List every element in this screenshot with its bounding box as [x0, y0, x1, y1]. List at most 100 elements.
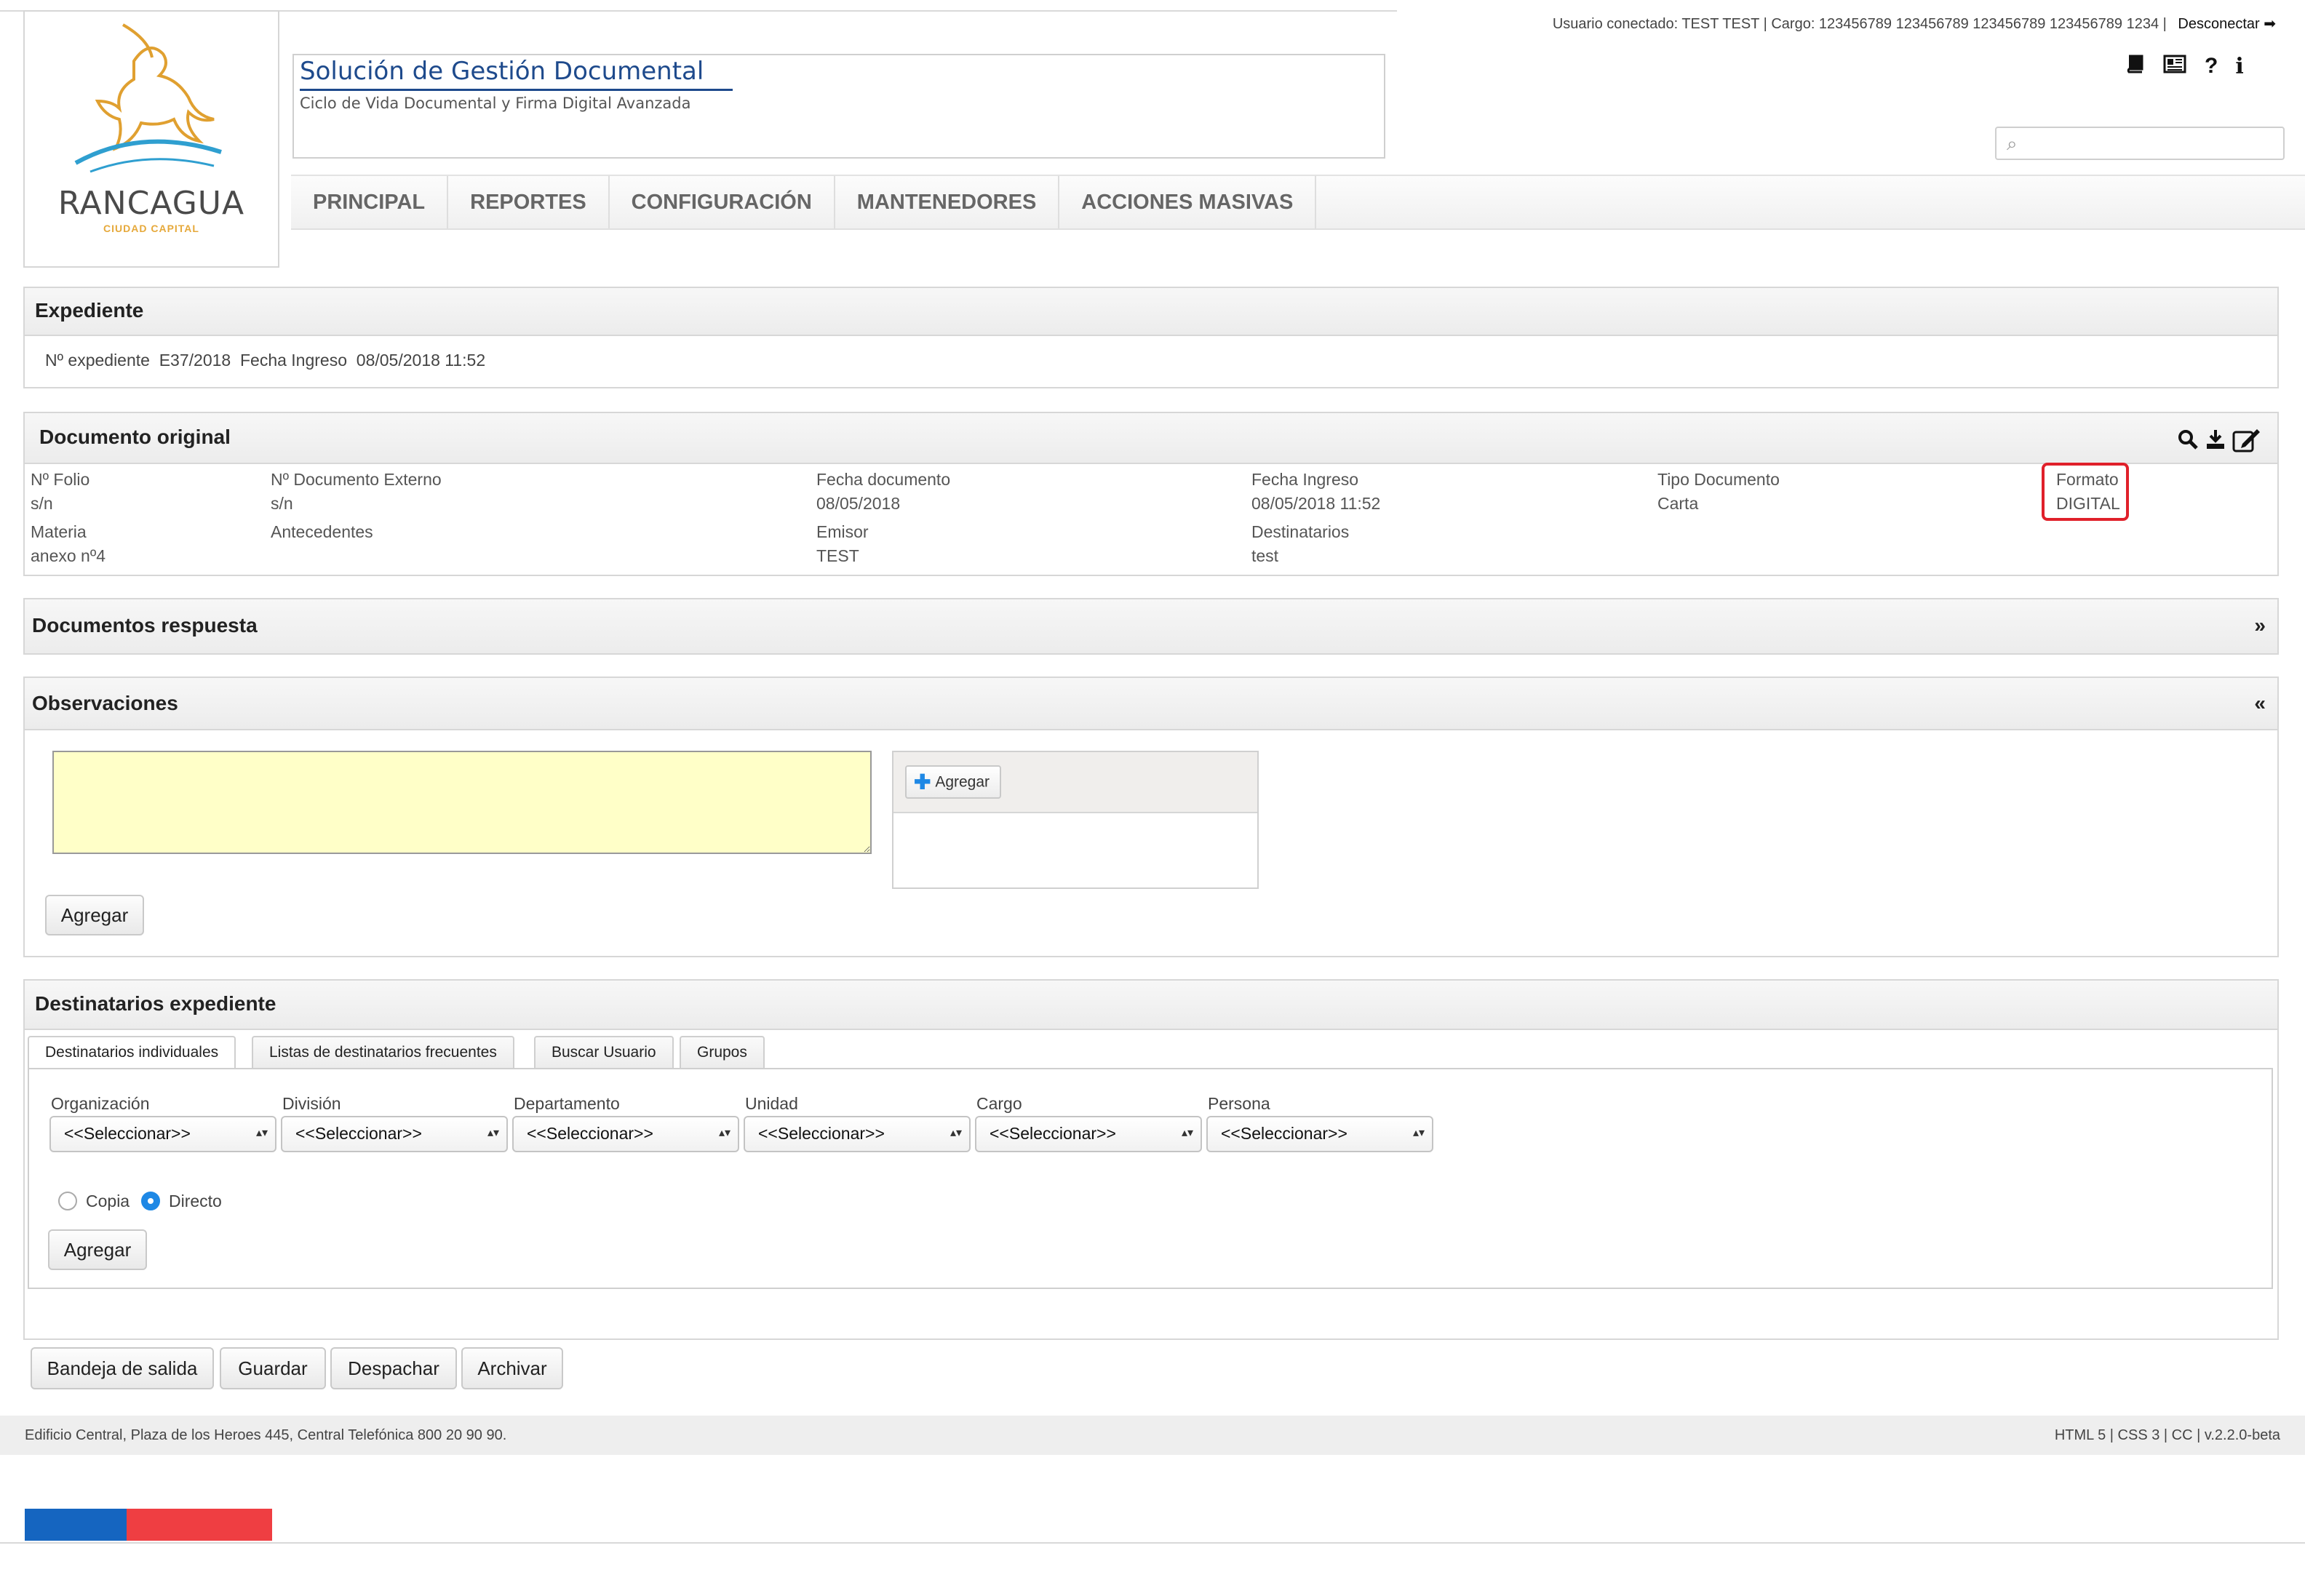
logout-icon: ➡ — [2264, 16, 2276, 32]
expediente-panel: Expediente Nº expediente E37/2018 Fecha … — [23, 287, 2279, 388]
field-value: 08/05/2018 11:52 — [1251, 494, 1381, 513]
add-attachment-button[interactable]: ✚ Agregar — [905, 765, 1002, 799]
select-label-departamento: Departamento — [514, 1094, 620, 1113]
field-label: Formato — [2056, 470, 2119, 489]
expediente-info: Nº expediente E37/2018 Fecha Ingreso 08/… — [45, 351, 486, 370]
nav-principal[interactable]: PRINCIPAL — [291, 176, 449, 228]
search-input[interactable] — [2031, 131, 2274, 157]
tab-grupos[interactable]: Grupos — [680, 1036, 765, 1068]
book-icon[interactable] — [2125, 54, 2145, 80]
destinatarios-title: Destinatarios expediente — [35, 992, 276, 1015]
select-organizacion[interactable]: <<Seleccionar>> ▴▾ — [49, 1116, 276, 1152]
field-label: Nº Folio — [31, 470, 90, 489]
radio-directo[interactable] — [141, 1192, 160, 1210]
select-label-organizacion: Organización — [51, 1094, 150, 1113]
select-departamento[interactable]: <<Seleccionar>> ▴▾ — [512, 1116, 739, 1152]
field-label: Fecha documento — [816, 470, 951, 489]
field-value: test — [1251, 546, 1279, 565]
field-value: s/n — [31, 494, 53, 513]
guardar-button[interactable]: Guardar — [220, 1347, 326, 1389]
main-nav: PRINCIPAL REPORTES CONFIGURACIÓN MANTENE… — [291, 175, 2305, 230]
field-label: Nº Documento Externo — [271, 470, 442, 489]
tab-listas-frecuentes[interactable]: Listas de destinatarios frecuentes — [252, 1036, 514, 1068]
observaciones-header[interactable]: Observaciones « — [25, 678, 2277, 730]
field-label: Emisor — [816, 522, 869, 541]
edit-icon[interactable] — [2232, 426, 2261, 456]
select-label-unidad: Unidad — [745, 1094, 798, 1113]
expediente-header: Expediente — [25, 288, 2277, 336]
field-documento-externo: Nº Documento Externo s/n — [271, 470, 442, 514]
search-icon: ⌕ — [2007, 132, 2018, 154]
flag-blue — [25, 1509, 127, 1541]
attachment-toolbar: ✚ Agregar — [893, 752, 1257, 813]
observaciones-panel: Observaciones « ✚ Agregar Agregar — [23, 677, 2279, 957]
documento-original-header: Documento original — [25, 413, 2277, 464]
logout-label: Desconectar — [2178, 16, 2260, 32]
logo-subtext: CIUDAD CAPITAL — [103, 223, 199, 234]
add-recipient-button[interactable]: Agregar — [48, 1229, 147, 1270]
archivar-button[interactable]: Archivar — [461, 1347, 563, 1389]
updown-icon: ▴▾ — [1412, 1127, 1425, 1139]
field-emisor: Emisor TEST — [816, 522, 869, 566]
updown-icon: ▴▾ — [950, 1127, 962, 1139]
newspaper-icon[interactable] — [2162, 54, 2187, 80]
attachment-box: ✚ Agregar — [892, 751, 1259, 889]
nav-mantenedores[interactable]: MANTENEDORES — [835, 176, 1060, 228]
info-icon[interactable]: i — [2235, 54, 2243, 80]
tab-content — [28, 1068, 2273, 1289]
field-label: Antecedentes — [271, 522, 373, 541]
field-value: anexo nº4 — [31, 546, 106, 565]
tab-destinatarios-individuales[interactable]: Destinatarios individuales — [28, 1036, 236, 1071]
collapse-icon[interactable]: « — [2254, 678, 2266, 729]
select-label-division: División — [282, 1094, 341, 1113]
observaciones-title: Observaciones — [32, 692, 178, 714]
select-value: <<Seleccionar>> — [64, 1124, 191, 1143]
radio-directo-label: Directo — [169, 1192, 222, 1210]
flag-bar — [25, 1509, 272, 1541]
documentos-respuesta-title: Documentos respuesta — [32, 614, 258, 637]
select-unidad[interactable]: <<Seleccionar>> ▴▾ — [744, 1116, 971, 1152]
despachar-button[interactable]: Despachar — [330, 1347, 457, 1389]
radio-copia[interactable] — [58, 1192, 77, 1210]
field-destinatarios: Destinatarios test — [1251, 522, 1349, 566]
add-observation-button[interactable]: Agregar — [45, 895, 144, 935]
field-label: Materia — [31, 522, 87, 541]
field-antecedentes: Antecedentes — [271, 522, 373, 546]
logo: RANCAGUA CIUDAD CAPITAL — [23, 10, 279, 268]
field-value: s/n — [271, 494, 293, 513]
add-attachment-label: Agregar — [935, 773, 990, 791]
field-value: 08/05/2018 — [816, 494, 901, 513]
tab-buscar-usuario[interactable]: Buscar Usuario — [534, 1036, 674, 1068]
download-icon[interactable] — [2206, 428, 2225, 454]
field-label: Destinatarios — [1251, 522, 1350, 541]
radio-copia-label: Copia — [86, 1192, 130, 1210]
documento-original-panel: Documento original Nº Folio s/n Nº Docum… — [23, 412, 2279, 576]
updown-icon: ▴▾ — [255, 1127, 268, 1139]
documentos-respuesta-header[interactable]: Documentos respuesta » — [25, 599, 2277, 653]
field-label: Tipo Documento — [1657, 470, 1780, 489]
select-persona[interactable]: <<Seleccionar>> ▴▾ — [1206, 1116, 1433, 1152]
field-materia: Materia anexo nº4 — [31, 522, 106, 566]
expediente-title: Expediente — [35, 299, 144, 322]
horse-rider-logo-icon — [74, 23, 222, 173]
select-cargo[interactable]: <<Seleccionar>> ▴▾ — [975, 1116, 1202, 1152]
search-box[interactable]: ⌕ — [1995, 127, 2285, 160]
updown-icon: ▴▾ — [1181, 1127, 1193, 1139]
select-division[interactable]: <<Seleccionar>> ▴▾ — [281, 1116, 508, 1152]
bandeja-salida-button[interactable]: Bandeja de salida — [31, 1347, 214, 1389]
nav-acciones-masivas[interactable]: ACCIONES MASIVAS — [1059, 176, 1317, 228]
logo-text: RANCAGUA — [57, 185, 245, 222]
field-tipo-documento: Tipo Documento Carta — [1657, 470, 1780, 514]
nav-configuracion[interactable]: CONFIGURACIÓN — [610, 176, 835, 228]
observaciones-textarea[interactable] — [52, 751, 872, 854]
search-icon[interactable] — [2177, 428, 2199, 454]
nav-reportes[interactable]: REPORTES — [448, 176, 610, 228]
select-value: <<Seleccionar>> — [527, 1124, 653, 1143]
flag-red — [127, 1509, 272, 1541]
plus-icon: ✚ — [914, 770, 931, 794]
help-icon[interactable]: ? — [2205, 54, 2218, 80]
logout-link[interactable]: Desconectar ➡ — [2178, 16, 2276, 32]
app-subtitle: Ciclo de Vida Documental y Firma Digital… — [300, 95, 691, 112]
documentos-respuesta-panel[interactable]: Documentos respuesta » — [23, 598, 2279, 655]
expand-icon[interactable]: » — [2254, 599, 2266, 652]
